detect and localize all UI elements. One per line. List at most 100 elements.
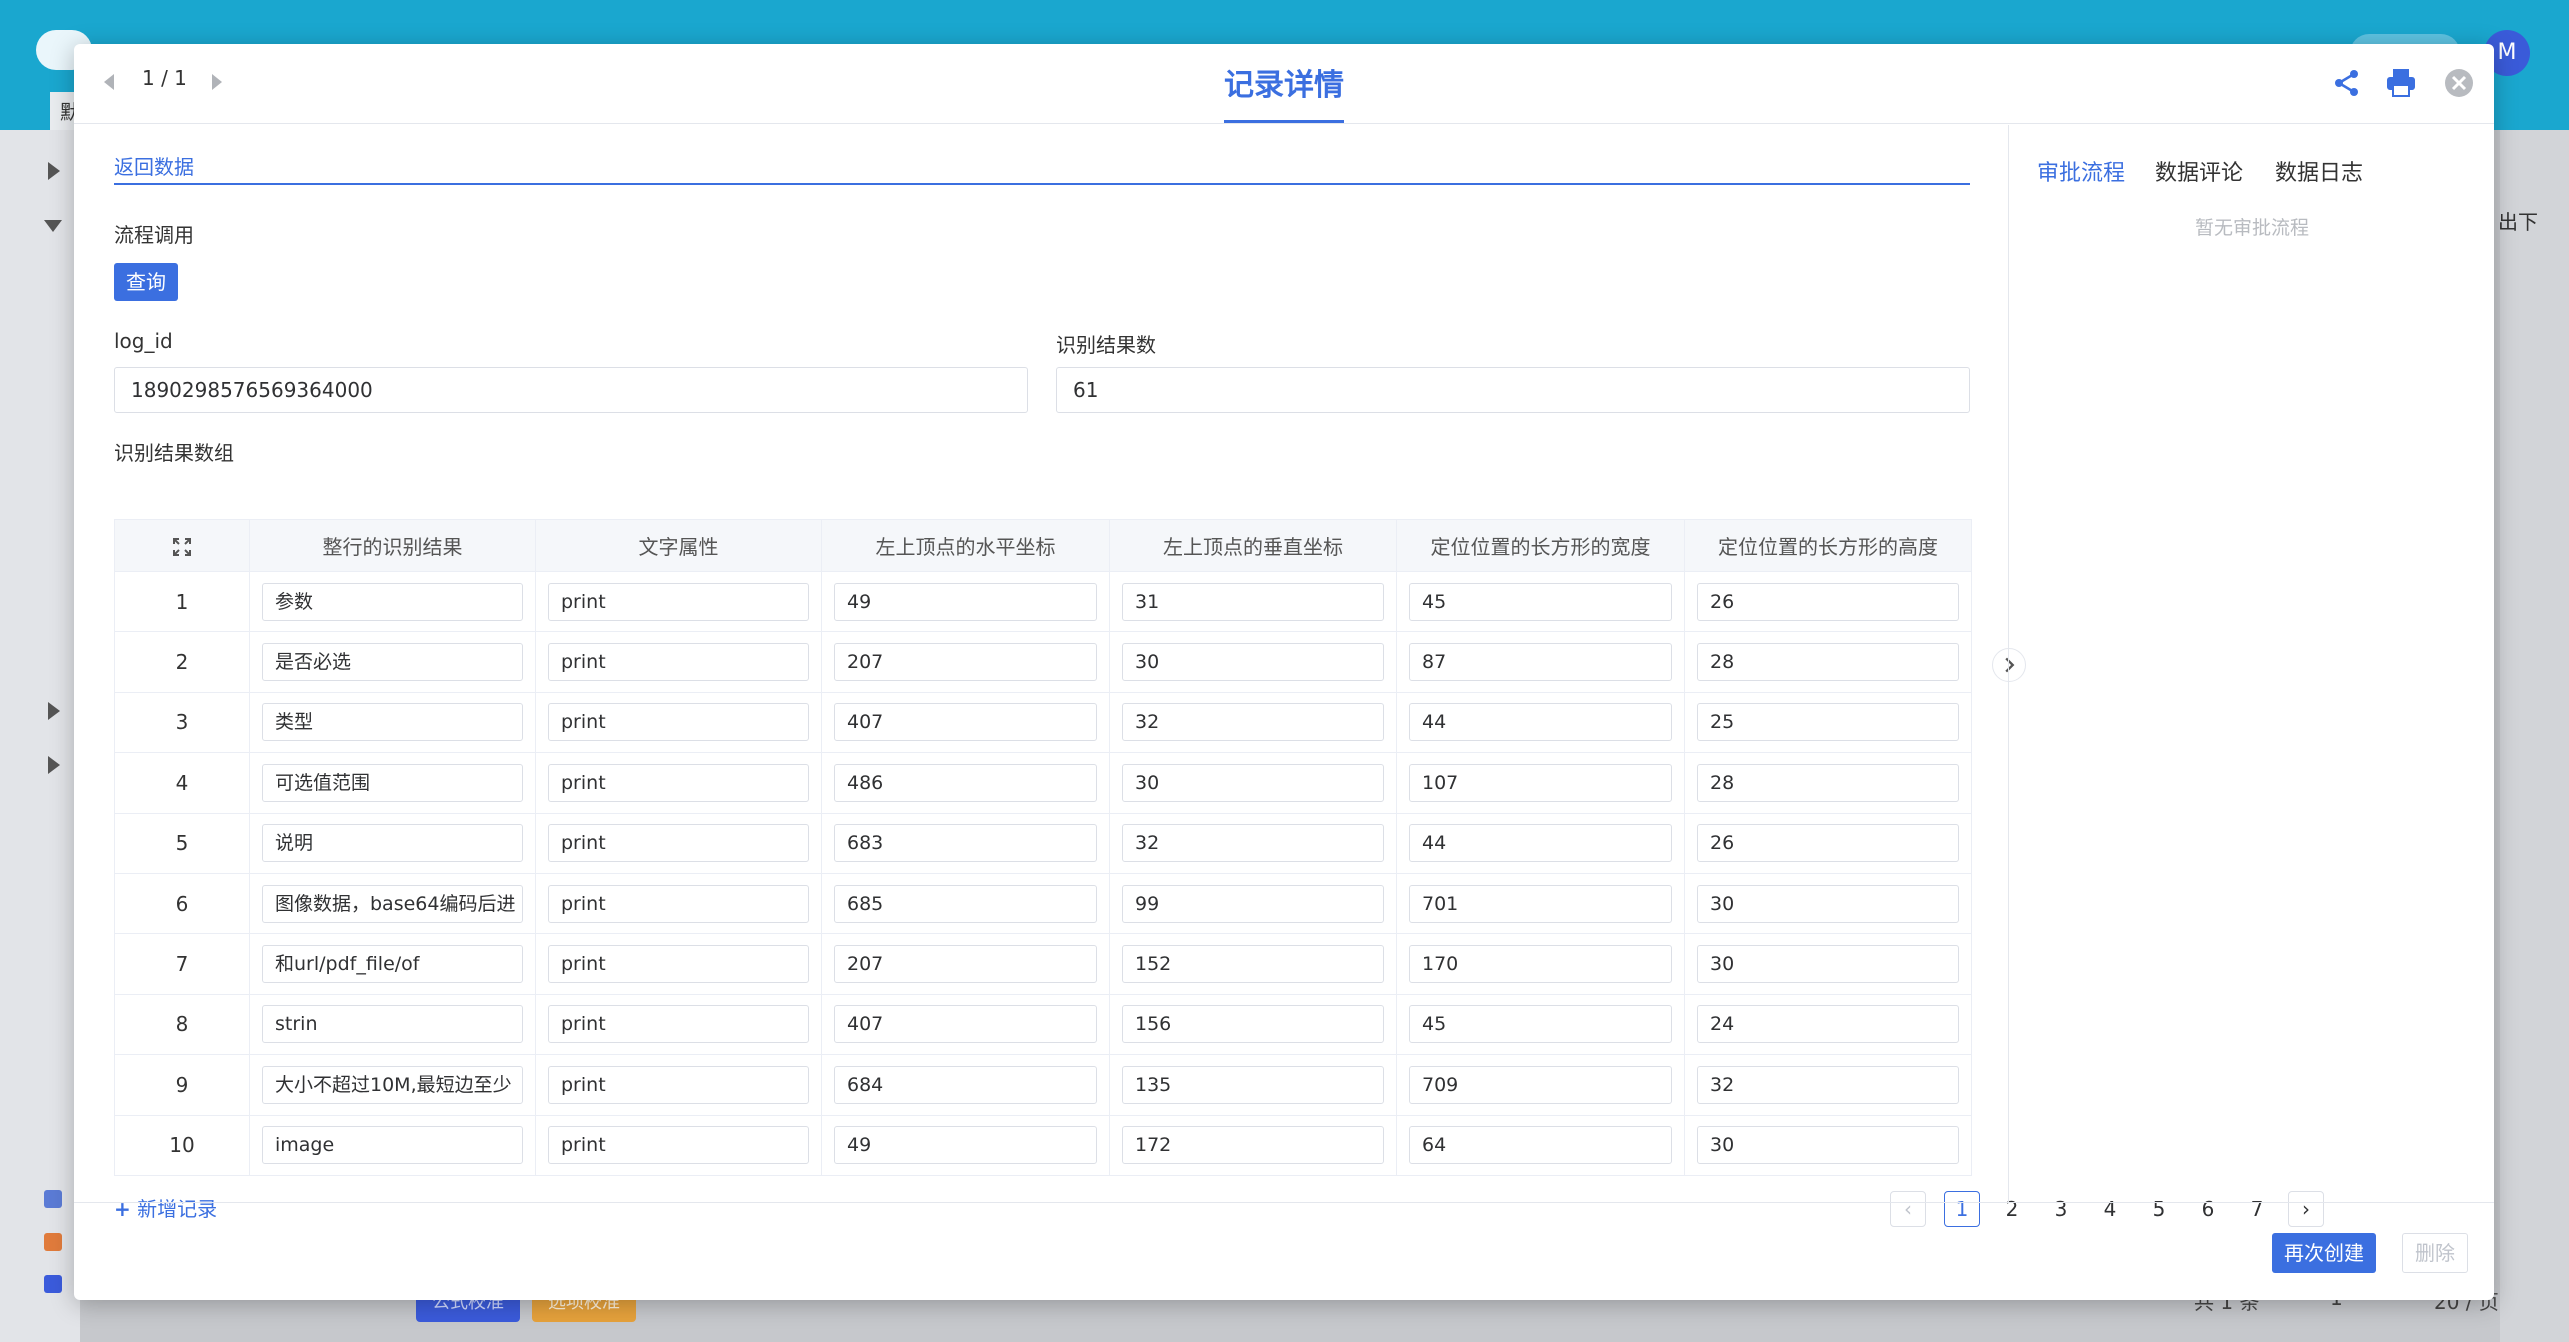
table-cell: print [535, 993, 822, 1056]
cell-input[interactable]: 是否必选 [262, 643, 523, 682]
cell-input[interactable]: 107 [1409, 763, 1672, 802]
cell-input[interactable]: 25 [1697, 703, 1959, 742]
table-cell: 44 [1396, 812, 1685, 874]
cell-input[interactable]: strin [262, 1005, 523, 1044]
caret-right-icon[interactable] [48, 756, 60, 774]
cell-input[interactable]: 207 [834, 945, 1097, 984]
table-cell: 26 [1684, 570, 1972, 633]
cell-input[interactable]: 684 [834, 1065, 1097, 1104]
cell-input[interactable]: 44 [1409, 703, 1672, 742]
table-cell: 407 [821, 993, 1110, 1056]
cell-input[interactable]: 30 [1697, 945, 1959, 984]
result-count-field[interactable]: 61 [1056, 367, 1970, 413]
cell-input[interactable]: 26 [1697, 582, 1959, 621]
tab-approval-flow[interactable]: 审批流程 [2037, 155, 2125, 187]
cell-input[interactable]: print [548, 703, 809, 742]
cell-input[interactable]: 28 [1697, 643, 1959, 682]
cell-input[interactable]: 44 [1409, 824, 1672, 863]
cell-input[interactable]: print [548, 824, 809, 863]
cell-input[interactable]: 26 [1697, 824, 1959, 863]
table-cell: 152 [1109, 933, 1397, 995]
caret-right-icon[interactable] [48, 702, 60, 720]
cell-input[interactable]: 参数 [262, 582, 523, 621]
query-button[interactable]: 查询 [114, 263, 178, 301]
cell-input[interactable]: 32 [1697, 1065, 1959, 1104]
cell-input[interactable]: 49 [834, 582, 1097, 621]
recreate-button[interactable]: 再次创建 [2272, 1233, 2376, 1273]
table-icon[interactable] [44, 1233, 62, 1251]
table-cell: print [535, 631, 822, 693]
cell-input[interactable]: print [548, 763, 809, 802]
cell-input[interactable]: print [548, 884, 809, 923]
record-detail-modal: 1 / 1 记录详情 返回数据 流程调用 查询 log_id 189029857… [74, 44, 2494, 1300]
cell-input[interactable]: 32 [1122, 703, 1384, 742]
cell-input[interactable]: 99 [1122, 884, 1384, 923]
cell-input[interactable]: 可选值范围 [262, 763, 523, 802]
cell-input[interactable]: 30 [1122, 643, 1384, 682]
table-cell: 说明 [249, 812, 536, 874]
cell-input[interactable]: 701 [1409, 884, 1672, 923]
cell-input[interactable]: 407 [834, 1005, 1097, 1044]
table-cell: 参数 [249, 570, 536, 633]
cell-input[interactable]: 156 [1122, 1005, 1384, 1044]
delete-button[interactable]: 删除 [2402, 1233, 2468, 1273]
cell-input[interactable]: 图像数据，base64编码后进 [262, 884, 523, 923]
print-icon[interactable] [2384, 66, 2418, 100]
share-icon[interactable] [2330, 66, 2364, 100]
form-icon[interactable] [44, 1190, 62, 1208]
cell-input[interactable]: 709 [1409, 1065, 1672, 1104]
table-cell: 207 [821, 631, 1110, 693]
cell-input[interactable]: image [262, 1126, 523, 1165]
table-cell: 32 [1109, 812, 1397, 874]
cell-input[interactable]: print [548, 945, 809, 984]
cell-input[interactable]: 30 [1697, 1126, 1959, 1165]
cell-input[interactable]: 类型 [262, 703, 523, 742]
result-count-label: 识别结果数 [1056, 333, 1156, 357]
close-icon[interactable] [2442, 66, 2476, 100]
row-index: 4 [114, 752, 250, 814]
cell-input[interactable]: 45 [1409, 1005, 1672, 1044]
cell-input[interactable]: 683 [834, 824, 1097, 863]
cell-input[interactable]: 大小不超过10M,最短边至少 [262, 1065, 523, 1104]
folder-icon[interactable] [44, 1275, 62, 1293]
cell-input[interactable]: 49 [834, 1126, 1097, 1165]
cell-input[interactable]: 和url/pdf_file/of [262, 945, 523, 984]
expand-icon[interactable] [172, 537, 192, 557]
cell-input[interactable]: 152 [1122, 945, 1384, 984]
cell-input[interactable]: print [548, 643, 809, 682]
cell-input[interactable]: 说明 [262, 824, 523, 863]
cell-input[interactable]: 30 [1122, 763, 1384, 802]
cell-input[interactable]: 407 [834, 703, 1097, 742]
table-row: 1 参数 print 49 31 45 26 [114, 570, 1972, 633]
cell-input[interactable]: 87 [1409, 643, 1672, 682]
caret-right-icon[interactable] [48, 162, 60, 180]
cell-input[interactable]: 32 [1122, 824, 1384, 863]
log-id-field[interactable]: 1890298576569364000 [114, 367, 1028, 413]
cell-input[interactable]: 172 [1122, 1126, 1384, 1165]
cell-input[interactable]: 486 [834, 763, 1097, 802]
tab-data-comments[interactable]: 数据评论 [2155, 155, 2243, 187]
column-header: 文字属性 [535, 519, 822, 572]
tab-data-log[interactable]: 数据日志 [2275, 155, 2363, 187]
cell-input[interactable]: 64 [1409, 1126, 1672, 1165]
cell-input[interactable]: 31 [1122, 582, 1384, 621]
cell-input[interactable]: 685 [834, 884, 1097, 923]
cell-input[interactable]: 135 [1122, 1065, 1384, 1104]
cell-input[interactable]: 30 [1697, 884, 1959, 923]
cell-input[interactable]: print [548, 1005, 809, 1044]
table-cell: 486 [821, 752, 1110, 814]
caret-down-icon[interactable] [44, 220, 62, 232]
cell-input[interactable]: print [548, 582, 809, 621]
cell-input[interactable]: print [548, 1126, 809, 1165]
cell-input[interactable]: 170 [1409, 945, 1672, 984]
row-index: 10 [114, 1114, 250, 1176]
table-row: 8 strin print 407 156 45 24 [114, 993, 1972, 1056]
expand-column-header[interactable] [114, 519, 250, 572]
cell-input[interactable]: 28 [1697, 763, 1959, 802]
back-to-data-link[interactable]: 返回数据 [114, 151, 194, 180]
table-cell: 207 [821, 933, 1110, 995]
cell-input[interactable]: 45 [1409, 582, 1672, 621]
cell-input[interactable]: 207 [834, 643, 1097, 682]
cell-input[interactable]: 24 [1697, 1005, 1959, 1044]
cell-input[interactable]: print [548, 1065, 809, 1104]
